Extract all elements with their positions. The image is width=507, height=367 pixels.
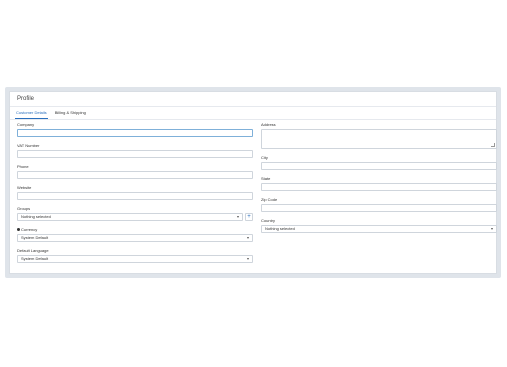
company-label: Company xyxy=(17,122,35,127)
tab-bar: Customer Details Billing & Shipping xyxy=(10,107,496,120)
vat-label: VAT Number xyxy=(17,143,40,148)
groups-row: Nothing selected + xyxy=(17,213,253,221)
tab-billing-shipping[interactable]: Billing & Shipping xyxy=(54,107,87,119)
language-label: Default Language xyxy=(17,248,49,253)
resize-handle-icon[interactable] xyxy=(491,143,495,147)
company-field: Company xyxy=(17,122,253,137)
phone-field: Phone xyxy=(17,164,253,179)
state-input[interactable] xyxy=(261,183,497,191)
state-label: State xyxy=(261,176,271,181)
city-label: City xyxy=(261,155,268,160)
address-label: Address xyxy=(261,122,276,127)
company-input[interactable] xyxy=(17,129,253,137)
zip-input[interactable] xyxy=(261,204,497,212)
website-field: Website xyxy=(17,185,253,200)
caret-down-icon xyxy=(237,216,239,218)
city-input[interactable] xyxy=(261,162,497,170)
vat-field: VAT Number xyxy=(17,143,253,158)
country-select[interactable]: Nothing selected xyxy=(261,225,497,233)
groups-label: Groups xyxy=(17,206,31,211)
groups-value: Nothing selected xyxy=(21,214,51,219)
address-field: Address xyxy=(261,122,497,149)
country-field: Country Nothing selected xyxy=(261,218,497,233)
profile-frame: Profile Customer Details Billing & Shipp… xyxy=(5,87,501,278)
country-value: Nothing selected xyxy=(265,226,295,231)
website-input[interactable] xyxy=(17,192,253,200)
language-select[interactable]: System Default xyxy=(17,255,253,263)
language-field: Default Language System Default xyxy=(17,248,253,263)
groups-field: Groups Nothing selected + xyxy=(17,206,253,221)
phone-input[interactable] xyxy=(17,171,253,179)
zip-label: Zip Code xyxy=(261,197,278,202)
groups-select[interactable]: Nothing selected xyxy=(17,213,243,221)
website-label: Website xyxy=(17,185,32,190)
question-circle-icon[interactable] xyxy=(17,228,20,231)
tab-customer-details[interactable]: Customer Details xyxy=(15,107,48,119)
panel-title: Profile xyxy=(10,92,496,107)
caret-down-icon xyxy=(491,228,493,230)
currency-label-row: Currency xyxy=(17,227,253,232)
add-group-button[interactable]: + xyxy=(245,213,253,221)
address-textarea[interactable] xyxy=(261,129,497,149)
profile-panel: Profile Customer Details Billing & Shipp… xyxy=(9,91,497,274)
state-field: State xyxy=(261,176,497,191)
city-field: City xyxy=(261,155,497,170)
vat-input[interactable] xyxy=(17,150,253,158)
caret-down-icon xyxy=(247,258,249,260)
country-label: Country xyxy=(261,218,276,223)
language-value: System Default xyxy=(21,256,49,261)
currency-label: Currency xyxy=(21,227,38,232)
currency-value: System Default xyxy=(21,235,49,240)
zip-field: Zip Code xyxy=(261,197,497,212)
currency-select[interactable]: System Default xyxy=(17,234,253,242)
caret-down-icon xyxy=(247,237,249,239)
phone-label: Phone xyxy=(17,164,29,169)
currency-field: Currency System Default xyxy=(17,227,253,242)
